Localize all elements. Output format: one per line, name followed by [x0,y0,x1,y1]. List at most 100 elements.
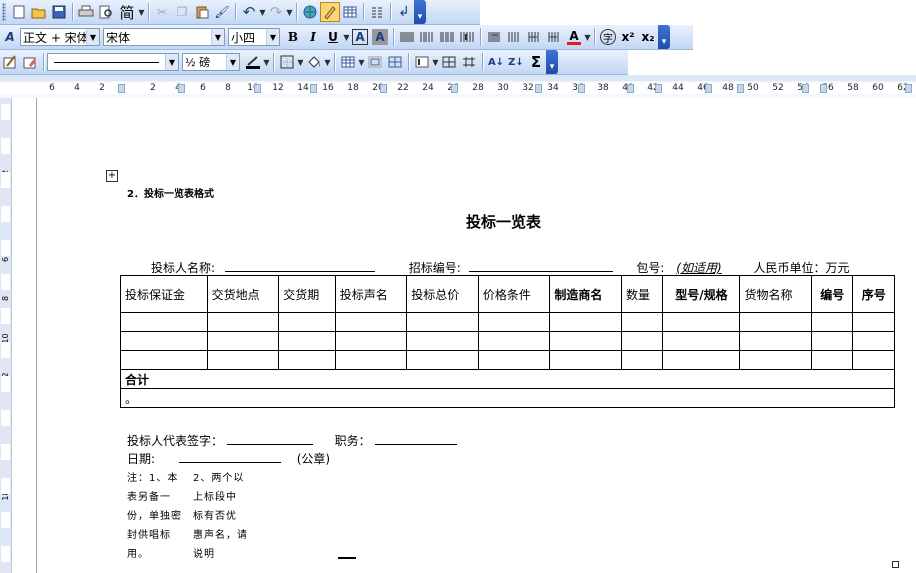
align-left-icon[interactable] [397,27,417,47]
autosum-button[interactable]: Σ [526,52,546,72]
tables-borders-icon[interactable] [320,2,340,22]
decrease-indent-icon[interactable] [524,27,544,47]
cell-alignment-icon[interactable] [412,52,432,72]
table-cell[interactable] [739,312,812,332]
column-header[interactable]: 投标保证金 [120,275,208,313]
column-header[interactable]: 价格条件 [477,275,551,313]
table-cell[interactable] [549,312,622,332]
ruler-marker[interactable] [905,84,912,93]
distribute-columns-icon[interactable] [459,52,479,72]
note-mark[interactable]: 。 [120,388,895,408]
open-icon[interactable] [29,2,49,22]
column-header[interactable]: 制造商名 [549,275,622,313]
ruler-marker[interactable] [380,84,387,93]
char-border-button[interactable]: A [352,29,368,45]
table-cell[interactable] [278,350,336,370]
columns-icon[interactable] [367,2,387,22]
vertical-ruler[interactable]: 4224681012141618 [0,98,12,573]
table-cell[interactable] [852,331,895,351]
horizontal-ruler[interactable]: 6422468101214161820222426283032343638404… [0,81,916,99]
char-shading-button[interactable]: A [372,29,388,45]
chevron-down-icon[interactable]: ▼ [266,29,279,45]
tender-no-field[interactable] [468,259,613,272]
ruler-marker[interactable] [802,84,809,93]
table-cell[interactable] [620,331,664,351]
merge-cells-icon[interactable] [365,52,385,72]
table-cell[interactable] [206,350,280,370]
ruler-marker[interactable] [578,84,585,93]
column-header[interactable]: 数量 [620,275,664,313]
ruler-marker[interactable] [705,84,712,93]
border-color-button[interactable] [243,52,263,72]
column-header[interactable]: 交货地点 [206,275,280,313]
toolbar-grip[interactable] [2,3,6,21]
underline-button[interactable]: U [323,27,343,47]
table-cell[interactable] [662,312,741,332]
chevron-down-icon[interactable]: ▼ [211,29,224,45]
simplified-chinese-button[interactable]: 简 [116,2,138,22]
font-select[interactable]: 宋体 ▼ [103,28,225,46]
paste-icon[interactable] [192,2,212,22]
font-size-select[interactable]: 小四 ▼ [228,28,280,46]
chevron-down-icon[interactable]: ▼ [259,8,266,17]
table-cell[interactable] [477,312,551,332]
align-right-icon[interactable] [437,27,457,47]
table-cell[interactable] [739,331,812,351]
table-cell[interactable] [334,312,408,332]
table-cell[interactable] [739,350,812,370]
table-cell[interactable] [406,331,479,351]
chevron-down-icon[interactable]: ▼ [263,58,270,67]
line-style-select[interactable]: ▼ [47,53,179,71]
table-move-handle-icon[interactable]: + [106,170,118,182]
new-icon[interactable] [9,2,29,22]
chevron-down-icon[interactable]: ▼ [432,58,439,67]
ruler-marker[interactable] [310,84,317,93]
table-cell[interactable] [852,350,895,370]
table-cell[interactable] [810,312,854,332]
toolbar-options-icon[interactable]: ▾ [414,0,426,24]
column-header[interactable]: 投标声名 [334,275,408,313]
toolbar-options-icon[interactable]: ▾ [546,50,558,74]
distributed-icon[interactable] [457,27,477,47]
italic-button[interactable]: I [303,27,323,47]
toolbar-options-icon[interactable]: ▾ [658,25,670,49]
table-cell[interactable] [662,331,741,351]
column-header[interactable]: 序号 [852,275,895,313]
table-cell[interactable] [120,331,208,351]
chevron-down-icon[interactable]: ▼ [584,33,591,42]
align-center-icon[interactable] [417,27,437,47]
font-color-button[interactable]: A [564,27,584,47]
ruler-marker[interactable] [451,84,458,93]
table-cell[interactable] [620,350,664,370]
rep-sign-field[interactable] [226,432,313,445]
insert-table-icon[interactable] [340,2,360,22]
bidder-name-field[interactable] [224,259,375,272]
chevron-down-icon[interactable]: ▼ [286,8,293,17]
ruler-marker[interactable] [178,84,185,93]
position-field[interactable] [374,432,457,445]
table-cell[interactable] [334,331,408,351]
total-label[interactable]: 合计 [120,369,895,389]
chevron-down-icon[interactable]: ▼ [138,8,145,17]
ruler-marker[interactable] [737,84,744,93]
chevron-down-icon[interactable]: ▼ [165,54,178,70]
styles-icon[interactable]: A [0,27,20,47]
table-cell[interactable] [852,312,895,332]
table-cell[interactable] [406,350,479,370]
table-cell[interactable] [477,350,551,370]
redo-icon[interactable]: ↷ [266,2,286,22]
sort-ascending-icon[interactable]: A↓ [486,52,506,72]
table-cell[interactable] [278,331,336,351]
date-field[interactable] [178,450,281,463]
save-icon[interactable] [49,2,69,22]
chevron-down-icon[interactable]: ▼ [297,58,304,67]
column-header[interactable]: 货物名称 [739,275,812,313]
insert-table-icon[interactable] [338,52,358,72]
column-header[interactable]: 交货期 [278,275,336,313]
table-cell[interactable] [206,312,280,332]
table-cell[interactable] [810,331,854,351]
line-weight-select[interactable]: ½ 磅 ▼ [182,53,240,71]
ruler-marker[interactable] [655,84,662,93]
table-cell[interactable] [477,331,551,351]
undo-icon[interactable]: ↶ [239,2,259,22]
